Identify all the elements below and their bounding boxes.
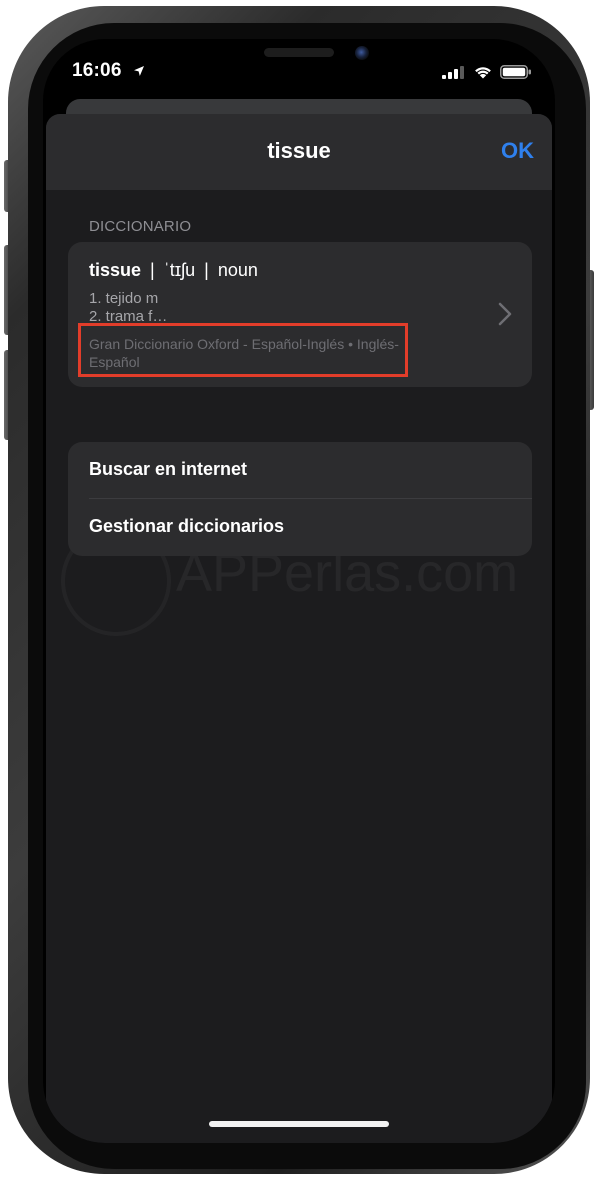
sheet-title: tissue xyxy=(267,138,331,163)
part-of-speech: noun xyxy=(217,260,258,280)
section-header-dictionary: DICCIONARIO xyxy=(89,218,192,235)
wifi-icon xyxy=(475,67,491,79)
search-web-row[interactable]: Buscar en internet xyxy=(68,442,532,499)
navigation-bar: tissue OK xyxy=(46,114,552,190)
actions-list: Buscar en internet Gestionar diccionario… xyxy=(68,442,532,556)
front-camera xyxy=(355,46,369,60)
dictionary-entry-card[interactable]: tissue | ˈtɪʃu | noun 1. tejido m 2. trama f… xyxy=(68,242,532,387)
separator: | xyxy=(204,260,209,280)
ok-button[interactable]: OK xyxy=(501,138,534,164)
entry-word: tissue xyxy=(89,260,142,280)
battery-icon xyxy=(500,65,531,79)
search-web-label: Buscar en internet xyxy=(89,459,248,479)
earpiece-speaker xyxy=(264,48,334,57)
definition-1: 1. tejido m xyxy=(89,290,159,307)
signal-icon xyxy=(442,66,464,79)
status-time: 16:06 xyxy=(72,60,122,81)
home-indicator[interactable] xyxy=(209,1121,389,1127)
lookup-sheet: tissue OK APPerlas.com DICCIONARIO tissu… xyxy=(46,114,552,1143)
location-arrow-icon xyxy=(134,66,144,76)
separator: | xyxy=(150,260,155,280)
pronunciation: ˈtɪʃu xyxy=(163,260,196,280)
entry-headline: tissue | ˈtɪʃu | noun xyxy=(89,260,258,281)
manage-dictionaries-row[interactable]: Gestionar diccionarios xyxy=(68,499,532,556)
manage-dictionaries-label: Gestionar diccionarios xyxy=(89,516,285,536)
phone-screen: 16:06 tissue OK APPerlas.com DICCIONARIO… xyxy=(43,39,555,1143)
highlight-annotation-box xyxy=(78,323,408,377)
chevron-right-icon xyxy=(498,302,512,326)
notch xyxy=(182,39,416,83)
